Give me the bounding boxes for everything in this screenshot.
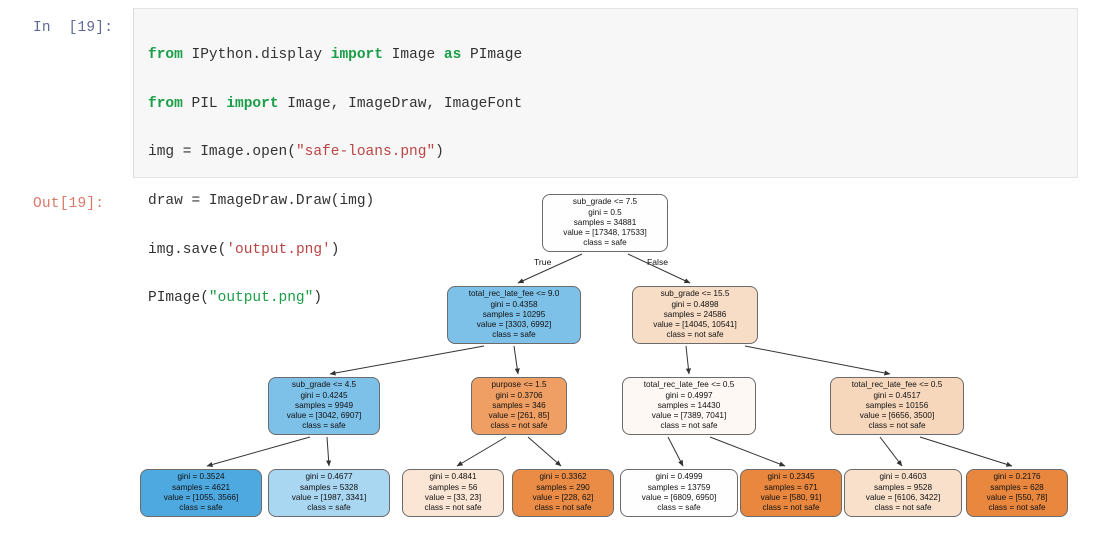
node-value: value = [33, 23] — [424, 493, 482, 502]
node-gini: gini = 0.4358 — [490, 299, 538, 309]
tree-node: sub_grade <= 15.5 gini = 0.4898 samples = … — [632, 286, 758, 344]
node-value: value = [580, 91] — [760, 493, 822, 502]
node-value: value = [3042, 6907] — [286, 411, 362, 421]
edge-label-true: True — [534, 257, 552, 267]
node-samples: samples = 5328 — [299, 482, 359, 492]
node-value: value = [1055, 3566] — [163, 493, 239, 502]
node-gini: gini = 0.4603 — [879, 472, 927, 482]
node-class: class = not safe — [762, 503, 820, 513]
node-feature: total_rec_late_fee <= 0.5 — [851, 380, 943, 390]
node-value: value = [6809, 6950] — [641, 493, 717, 502]
node-samples: samples = 671 — [764, 482, 818, 492]
node-samples: samples = 10295 — [482, 309, 546, 319]
node-feature: total_rec_late_fee <= 9.0 — [468, 289, 560, 299]
node-samples: samples = 14430 — [657, 400, 721, 410]
node-samples: samples = 10156 — [865, 400, 929, 410]
tree-node: purpose <= 1.5 gini = 0.3706 samples = 346… — [471, 377, 567, 435]
node-class: class = safe — [492, 330, 536, 340]
node-gini: gini = 0.4999 — [655, 472, 703, 482]
node-class: class = not safe — [666, 330, 724, 340]
tree-node: total_rec_late_fee <= 0.5 gini = 0.4517 sa… — [830, 377, 964, 435]
node-value: value = [1987, 3341] — [291, 493, 367, 502]
node-class: class = not safe — [660, 421, 718, 431]
tree-node: gini = 0.4841 samples = 56 value = [33, 23… — [402, 469, 504, 517]
node-class: class = not safe — [868, 421, 926, 431]
node-gini: gini = 0.4898 — [671, 299, 719, 309]
node-gini: gini = 0.4997 — [665, 390, 713, 400]
node-feature: purpose <= 1.5 — [491, 380, 547, 390]
tree-node: gini = 0.4603 samples = 9528 value = [6106… — [844, 469, 962, 517]
node-gini: gini = 0.4677 — [305, 472, 353, 482]
input-prompt-label: In [19]: — [33, 20, 114, 36]
tree-node: gini = 0.4677 samples = 5328 value = [1987… — [268, 469, 390, 517]
node-samples: samples = 628 — [990, 482, 1044, 492]
node-value: value = [6656, 3500] — [859, 411, 935, 421]
node-class: class = not safe — [988, 503, 1046, 513]
node-class: class = not safe — [534, 503, 592, 513]
node-value: value = [17348, 17533] — [563, 228, 647, 238]
node-class: class = not safe — [424, 503, 482, 513]
node-feature: total_rec_late_fee <= 0.5 — [643, 380, 735, 390]
node-value: value = [3303, 6992] — [476, 320, 552, 330]
node-gini: gini = 0.4517 — [873, 390, 921, 400]
code-line: from PIL import Image, ImageDraw, ImageF… — [148, 95, 523, 112]
node-samples: samples = 9949 — [294, 400, 354, 410]
node-class: class = safe — [302, 421, 346, 431]
node-samples: samples = 13759 — [647, 482, 711, 492]
node-value: value = [6106, 3422] — [865, 493, 941, 502]
node-class: class = safe — [583, 238, 627, 248]
edge-label-false: False — [647, 257, 669, 267]
tree-node: sub_grade <= 4.5 gini = 0.4245 samples = 9… — [268, 377, 380, 435]
node-class: class = safe — [179, 503, 223, 513]
node-gini: gini = 0.3706 — [495, 390, 543, 400]
node-samples: samples = 4621 — [171, 482, 231, 492]
node-gini: gini = 0.3524 — [177, 472, 225, 482]
tree-node: gini = 0.3524 samples = 4621 value = [1055… — [140, 469, 262, 517]
node-samples: samples = 290 — [536, 482, 590, 492]
node-samples: samples = 56 — [428, 482, 478, 492]
node-feature: sub_grade <= 4.5 — [291, 380, 357, 390]
tree-node: gini = 0.3362 samples = 290 value = [228, … — [512, 469, 614, 517]
node-gini: gini = 0.2345 — [767, 472, 815, 482]
node-feature: sub_grade <= 15.5 — [660, 289, 730, 299]
tree-node: total_rec_late_fee <= 9.0 gini = 0.4358 sa… — [447, 286, 581, 344]
notebook-cell: In [19]: from IPython.display import Ima… — [0, 0, 1104, 306]
node-gini: gini = 0.4841 — [429, 472, 477, 482]
node-feature: sub_grade <= 7.5 — [572, 197, 638, 207]
code-editor[interactable]: from IPython.display import Image as PIm… — [133, 8, 1078, 306]
tree-node: total_rec_late_fee <= 0.5 gini = 0.4997 sa… — [622, 377, 756, 435]
node-samples: samples = 34881 — [573, 217, 637, 227]
code-line: from IPython.display import Image as PIm… — [148, 47, 523, 64]
node-gini: gini = 0.3362 — [539, 472, 587, 482]
node-gini: gini = 0.5 — [588, 207, 622, 217]
node-gini: gini = 0.2176 — [993, 472, 1041, 482]
node-class: class = not safe — [490, 421, 548, 431]
tree-node: gini = 0.2345 samples = 671 value = [580, … — [740, 469, 842, 517]
node-samples: samples = 24586 — [663, 309, 727, 319]
decision-tree-output: True False sub_grade <= 7.5 gini = 0.5 sam… — [0, 186, 1104, 545]
node-class: class = safe — [307, 503, 351, 513]
node-value: value = [14045, 10541] — [653, 320, 737, 330]
node-samples: samples = 346 — [492, 400, 546, 410]
tree-node: gini = 0.2176 samples = 628 value = [550, … — [966, 469, 1068, 517]
node-value: value = [550, 78] — [986, 493, 1048, 502]
node-value: value = [261, 85] — [488, 411, 550, 421]
tree-node: gini = 0.4999 samples = 13759 value = [680… — [620, 469, 738, 517]
node-value: value = [228, 62] — [532, 493, 594, 502]
node-class: class = not safe — [874, 503, 932, 513]
node-class: class = safe — [657, 503, 701, 513]
node-gini: gini = 0.4245 — [300, 390, 348, 400]
tree-node: sub_grade <= 7.5 gini = 0.5 samples = 3488… — [542, 194, 668, 252]
node-value: value = [7389, 7041] — [651, 411, 727, 421]
code-line: img = Image.open("safe-loans.png") — [148, 144, 444, 161]
node-samples: samples = 9528 — [873, 482, 933, 492]
